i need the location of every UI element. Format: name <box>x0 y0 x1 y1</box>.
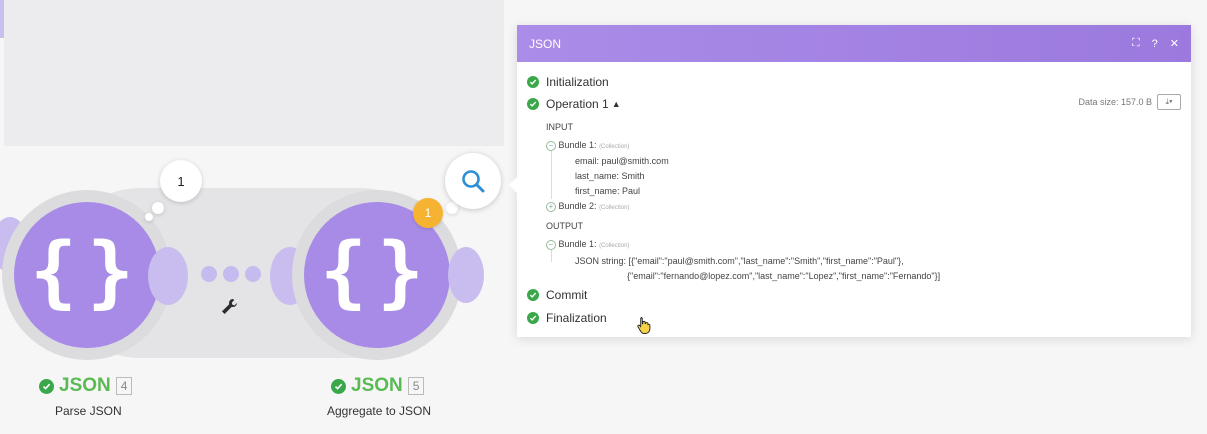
connector-dot <box>245 266 261 282</box>
step-operation[interactable]: Operation 1 ▲ <box>527 97 621 111</box>
data-size: Data size: 157.0 B ⤓▾ <box>1078 94 1181 110</box>
field-value: paul@smith.com <box>601 156 669 166</box>
check-icon <box>527 312 539 324</box>
module-id: 5 <box>407 377 425 395</box>
step-label: Finalization <box>546 311 607 325</box>
step-commit[interactable]: Commit <box>527 288 587 302</box>
connector-dot <box>201 266 217 282</box>
scenario-flow: {} {} 1 1 JSON 4 Parse JSON JSON 5 Aggre… <box>0 150 505 434</box>
download-icon[interactable]: ⤓▾ <box>1157 94 1181 110</box>
input-label: INPUT <box>546 122 573 132</box>
braces-icon: {} <box>320 227 434 317</box>
data-size-label: Data size: 157.0 B <box>1078 97 1152 107</box>
step-label: Initialization <box>546 75 609 89</box>
field-row: last_name: Smith <box>575 171 645 181</box>
help-icon[interactable]: ? <box>1152 38 1158 50</box>
check-icon <box>527 98 539 110</box>
popup-arrow <box>509 177 517 193</box>
popup-header: JSON ⛶ ? ✕ <box>517 25 1191 62</box>
check-icon <box>527 76 539 88</box>
collection-tag: (Collection) <box>599 205 630 211</box>
step-label: Commit <box>546 288 588 302</box>
execution-inspector: JSON ⛶ ? ✕ Initialization Operation 1 ▲ … <box>509 25 1191 337</box>
field-key: first_name: <box>575 186 620 196</box>
field-value: [{"email":"paul@smith.com","last_name":"… <box>628 256 904 266</box>
check-icon <box>331 378 346 394</box>
wrench-icon[interactable] <box>219 297 239 317</box>
field-key: last_name: <box>575 171 620 181</box>
step-label: Operation 1 <box>546 97 609 111</box>
inspect-button[interactable] <box>445 153 501 209</box>
json-module-icon: {} <box>14 202 160 348</box>
json-string-row: JSON string: [{"email":"paul@smith.com",… <box>575 256 904 266</box>
popup-title: JSON <box>529 36 562 51</box>
module-handle-right[interactable] <box>148 247 188 305</box>
output-bundle-1[interactable]: − Bundle 1: (Collection) <box>546 239 629 250</box>
module-name: JSON <box>59 375 111 396</box>
field-row: first_name: Paul <box>575 186 640 196</box>
route-count-bubble[interactable]: 1 <box>160 160 202 202</box>
tree-guide <box>551 250 552 262</box>
collection-tag: (Collection) <box>599 243 630 249</box>
json-string-continuation: {"email":"fernando@lopez.com","last_name… <box>627 271 941 281</box>
output-label: OUTPUT <box>546 221 583 231</box>
step-finalization[interactable]: Finalization <box>527 311 607 325</box>
field-key: email: <box>575 156 600 166</box>
hand-cursor-icon <box>637 317 651 334</box>
field-row: email: paul@smith.com <box>575 156 669 166</box>
step-initialization[interactable]: Initialization <box>527 75 609 89</box>
check-icon <box>527 289 539 301</box>
operations-count: 1 <box>424 206 432 220</box>
module-label-parse: JSON 4 <box>39 375 133 397</box>
braces-icon: {} <box>30 227 144 317</box>
bundle-label: Bundle 1: <box>558 239 597 249</box>
module-subtitle: Aggregate to JSON <box>327 404 432 418</box>
route-count: 1 <box>177 173 185 189</box>
bundle-label: Bundle 2: <box>558 201 597 211</box>
connector-dot <box>223 266 239 282</box>
check-icon <box>39 378 54 394</box>
search-icon <box>462 170 485 193</box>
module-handle-right[interactable] <box>448 247 484 303</box>
field-key: JSON string: <box>575 256 627 266</box>
input-bundle-2[interactable]: + Bundle 2: (Collection) <box>546 201 629 212</box>
module-id: 4 <box>115 377 133 395</box>
collection-tag: (Collection) <box>599 144 630 150</box>
input-bundle-1[interactable]: − Bundle 1: (Collection) <box>546 140 629 151</box>
close-icon[interactable]: ✕ <box>1170 37 1179 50</box>
bubble-tail <box>145 213 153 221</box>
module-subtitle: Parse JSON <box>55 404 122 418</box>
expand-bundle-icon[interactable]: + <box>546 202 556 212</box>
expand-icon[interactable]: ⛶ <box>1132 37 1140 50</box>
operations-badge[interactable]: 1 <box>413 198 443 228</box>
bundle-label: Bundle 1: <box>558 140 597 150</box>
module-label-aggregate: JSON 5 <box>331 375 425 397</box>
collapse-icon[interactable]: − <box>546 240 556 250</box>
caret-up-icon[interactable]: ▲ <box>612 99 621 109</box>
field-value: Paul <box>622 186 641 196</box>
canvas-panel <box>4 0 504 146</box>
tree-guide <box>551 151 552 199</box>
module-name: JSON <box>351 375 403 396</box>
bubble-tail <box>152 202 164 214</box>
field-value: Smith <box>621 171 645 181</box>
collapse-icon[interactable]: − <box>546 141 556 151</box>
